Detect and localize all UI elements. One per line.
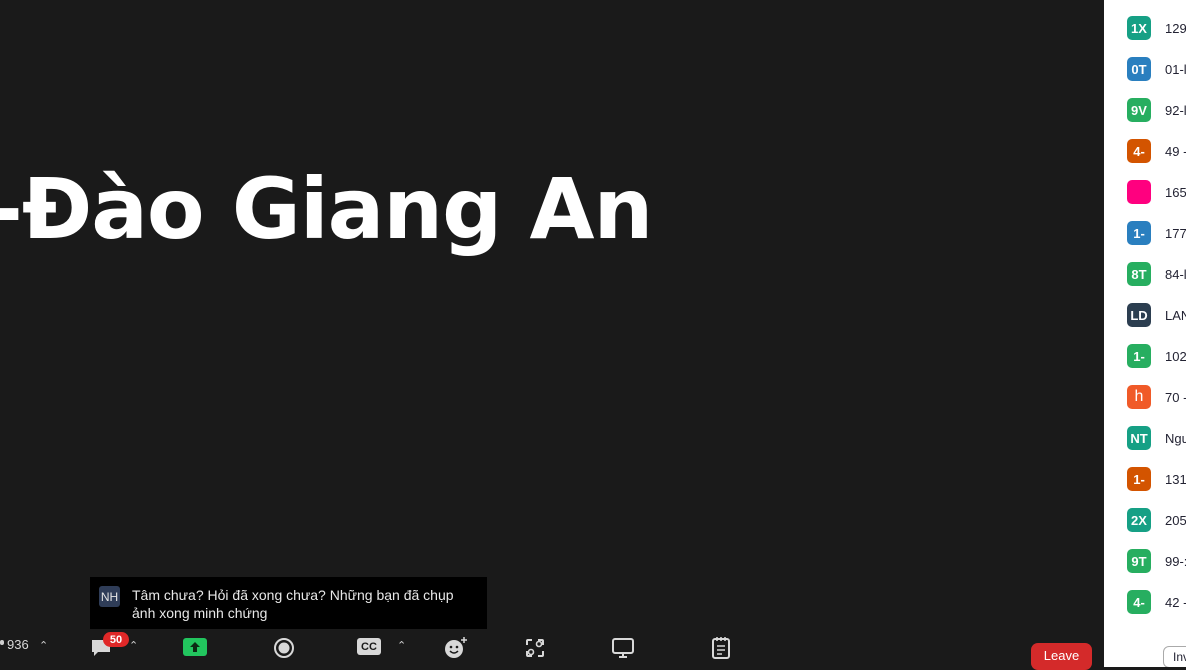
participant-row[interactable]: 4- 49 - xyxy=(1104,139,1186,180)
participant-row[interactable]: LD LAN xyxy=(1104,303,1186,344)
chevron-up-icon[interactable]: ⌃ xyxy=(39,639,48,652)
participant-row[interactable]: 2X 205 xyxy=(1104,508,1186,549)
participant-row[interactable]: h 70 - xyxy=(1104,385,1186,426)
avatar: LD xyxy=(1127,303,1151,327)
participant-row[interactable]: 1- 131 xyxy=(1104,467,1186,508)
cc-icon: CC xyxy=(357,638,381,655)
chat-message-text: Tâm chưa? Hỏi đã xong chưa? Những bạn đã… xyxy=(132,587,454,621)
share-screen-icon xyxy=(183,638,207,656)
avatar: NH xyxy=(99,586,120,607)
avatar xyxy=(1127,180,1151,204)
participant-name: 84-l xyxy=(1165,267,1186,282)
avatar: 4- xyxy=(1127,139,1151,163)
participant-name: 165 xyxy=(1165,185,1186,200)
active-speaker-view: -Đào Giang An NH Tâm chưa? Hỏi đã xong c… xyxy=(0,0,1104,667)
avatar: 1X xyxy=(1127,16,1151,40)
participant-row[interactable]: 1X 129 xyxy=(1104,16,1186,57)
participant-name: 42 - xyxy=(1165,595,1186,610)
participant-row[interactable]: 165 xyxy=(1104,180,1186,221)
participant-name: LAN xyxy=(1165,308,1186,323)
participants-panel: 1X 129 0T 01-l 9V 92-l 4- 49 -165 1- 177 8T 84-l LD L… xyxy=(1104,0,1186,667)
speaker-name: -Đào Giang An xyxy=(0,160,653,258)
participant-row[interactable]: 9V 92-l xyxy=(1104,98,1186,139)
avatar: 4- xyxy=(1127,590,1151,614)
captions-button[interactable]: CC ⌃ xyxy=(357,630,413,667)
participant-name: 49 - xyxy=(1165,144,1186,159)
avatar: 1- xyxy=(1127,221,1151,245)
participant-name: 131 xyxy=(1165,472,1186,487)
participant-name: 70 - xyxy=(1165,390,1186,405)
avatar: 1- xyxy=(1127,344,1151,368)
chat-badge: 50 xyxy=(103,632,129,647)
avatar: 9V xyxy=(1127,98,1151,122)
notes-button[interactable] xyxy=(712,630,742,667)
participant-name: 177 xyxy=(1165,226,1186,241)
participant-row[interactable]: 1- 177 xyxy=(1104,221,1186,262)
participant-name: 99-: xyxy=(1165,554,1186,569)
participants-button[interactable]: 936 ⌃ xyxy=(0,630,60,667)
participant-name: 129 xyxy=(1165,21,1186,36)
share-screen-button[interactable] xyxy=(183,630,213,667)
invite-button[interactable]: Inv xyxy=(1163,646,1186,667)
participant-row[interactable]: 0T 01-l xyxy=(1104,57,1186,98)
participants-icon xyxy=(0,640,4,645)
participant-row[interactable]: 1- 102 xyxy=(1104,344,1186,385)
record-button[interactable] xyxy=(273,630,303,667)
whiteboards-button[interactable] xyxy=(612,630,642,667)
avatar: 8T xyxy=(1127,262,1151,286)
avatar: h xyxy=(1127,385,1151,409)
reactions-button[interactable] xyxy=(443,630,473,667)
chat-button[interactable]: 50 ⌃ xyxy=(86,630,142,667)
reactions-icon xyxy=(445,637,467,658)
avatar: 1- xyxy=(1127,467,1151,491)
avatar: 0T xyxy=(1127,57,1151,81)
meeting-toolbar: 936 ⌃ 50 ⌃ CC ⌃ xyxy=(0,630,1104,667)
participant-row[interactable]: 8T 84-l xyxy=(1104,262,1186,303)
apps-icon xyxy=(526,639,544,657)
apps-button[interactable] xyxy=(525,630,555,667)
participant-name: 102 xyxy=(1165,349,1186,364)
participant-name: 92-l xyxy=(1165,103,1186,118)
record-icon xyxy=(274,638,294,658)
participant-row[interactable]: 4- 42 - xyxy=(1104,590,1186,631)
leave-button[interactable]: Leave xyxy=(1031,643,1092,670)
avatar: NT xyxy=(1127,426,1151,450)
participant-name: 01-l xyxy=(1165,62,1186,77)
chat-notification[interactable]: NH Tâm chưa? Hỏi đã xong chưa? Những bạn… xyxy=(90,577,487,629)
notes-icon xyxy=(712,637,730,659)
chevron-up-icon[interactable]: ⌃ xyxy=(397,639,406,652)
chevron-up-icon[interactable]: ⌃ xyxy=(129,639,138,652)
participant-row[interactable]: NT Ngu xyxy=(1104,426,1186,467)
whiteboard-icon xyxy=(612,638,634,658)
avatar: 2X xyxy=(1127,508,1151,532)
participant-name: 205 xyxy=(1165,513,1186,528)
avatar: 9T xyxy=(1127,549,1151,573)
participant-row[interactable]: 9T 99-: xyxy=(1104,549,1186,590)
participants-count: 936 xyxy=(7,637,29,652)
participant-name: Ngu xyxy=(1165,431,1186,446)
